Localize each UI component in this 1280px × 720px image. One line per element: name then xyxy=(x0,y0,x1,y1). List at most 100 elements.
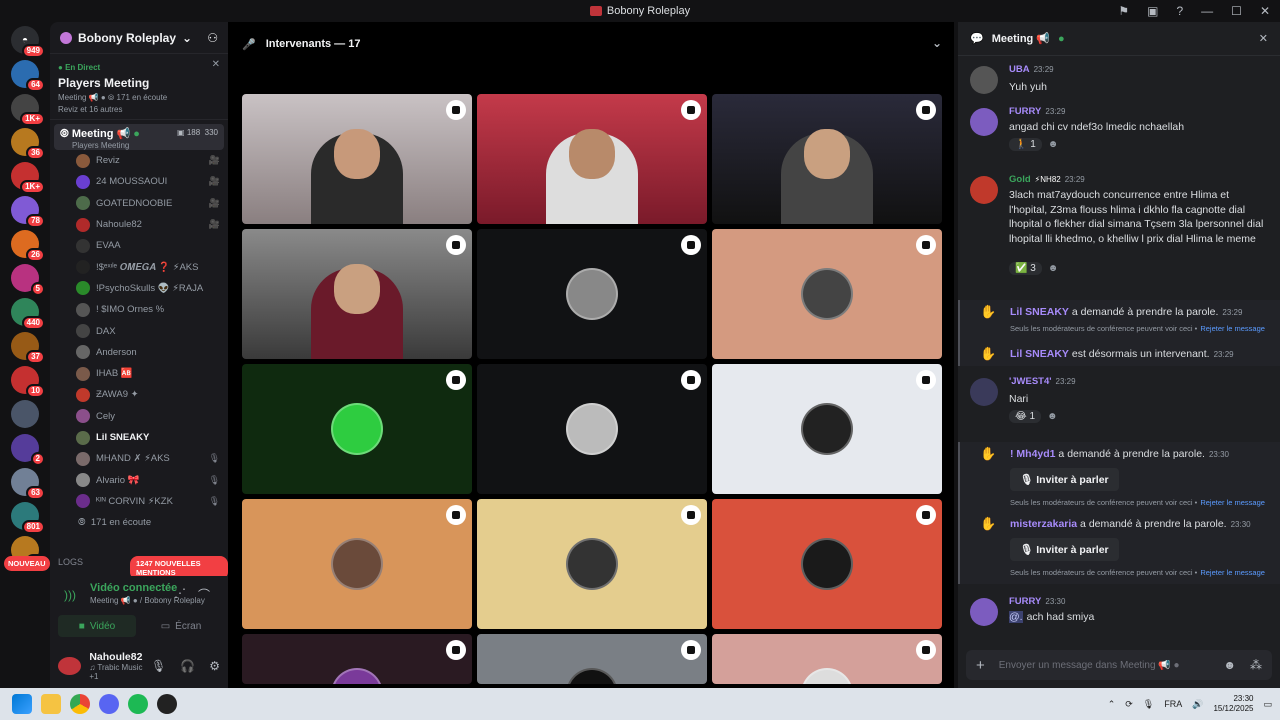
chrome-icon[interactable] xyxy=(70,694,90,714)
reaction[interactable]: 🚶 1 xyxy=(1009,138,1042,151)
member-item[interactable]: DAX xyxy=(50,320,228,341)
member-item[interactable]: ᴷᴵᴺ CORVIN ⚡KZK 🎙 xyxy=(50,491,228,512)
speaker-tile[interactable] xyxy=(712,94,942,224)
chevron-up-icon[interactable]: ⌃ xyxy=(1108,699,1116,710)
member-item[interactable]: ƵAWA9 ✦ xyxy=(50,384,228,405)
member-item[interactable]: Cely xyxy=(50,406,228,427)
speaker-tile[interactable] xyxy=(712,499,942,629)
server-icon[interactable]: 5 xyxy=(11,264,45,296)
server-icon[interactable]: 440 xyxy=(11,298,45,330)
speaker-tile[interactable] xyxy=(242,364,472,494)
member-item[interactable]: IHAB 🆎 xyxy=(50,363,228,384)
member-item[interactable]: !$ᵉˣᶦˡᵉ 𝑶𝑴𝑬𝑮𝑨 ❓ ⚡AKS xyxy=(50,256,228,277)
headphones-icon[interactable]: 🎧 xyxy=(180,659,195,673)
settings-gear-icon[interactable]: ⚙ xyxy=(209,659,220,673)
speaker-tile[interactable] xyxy=(242,634,472,684)
invite-to-speak-button[interactable]: 🎙 Inviter à parler xyxy=(1010,538,1119,561)
notification-icon[interactable]: ▭ xyxy=(1263,699,1272,710)
avatar[interactable] xyxy=(58,657,82,675)
member-item[interactable]: Anderson xyxy=(50,342,228,363)
channel-meeting[interactable]: ▣ 188 330 ⦾ Meeting 📢 ● Players Meeting xyxy=(54,124,224,150)
live-event[interactable]: ● En Direct ✕ Players Meeting Meeting 📢 ●… xyxy=(50,54,228,120)
server-icon[interactable]: 10 xyxy=(11,366,45,398)
speaker-tile[interactable] xyxy=(477,499,707,629)
emoji-icon[interactable]: ☻ xyxy=(1223,658,1236,672)
server-icon[interactable]: 36 xyxy=(11,128,45,160)
server-icon[interactable]: 63 xyxy=(11,468,45,500)
member-item[interactable]: GOATEDNOOBIE 🎥 xyxy=(50,193,228,214)
server-icon[interactable]: 801 xyxy=(11,502,45,534)
add-reaction-icon[interactable]: ☻ xyxy=(1048,139,1059,150)
speaker-tile[interactable] xyxy=(477,634,707,684)
inbox-icon[interactable]: ⚑ xyxy=(1118,4,1129,18)
noise-suppression-icon[interactable]: ⋰ xyxy=(174,586,186,600)
language-indicator[interactable]: FRA xyxy=(1164,699,1182,709)
message-input[interactable] xyxy=(998,659,1210,671)
speaker-tile[interactable] xyxy=(477,94,707,224)
member-item[interactable]: Reviz 🎥 xyxy=(50,150,228,171)
windows-start-icon[interactable] xyxy=(12,694,32,714)
maximize-button[interactable]: ☐ xyxy=(1231,4,1242,18)
speaker-tile[interactable] xyxy=(242,94,472,224)
member-item[interactable]: ΜΗΑΝD ✗ ⚡AKS 🎙 xyxy=(50,448,228,469)
home-button[interactable]: ◓ 949 xyxy=(11,26,45,58)
apps-icon[interactable]: ⁂ xyxy=(1250,658,1262,672)
speaker-tile[interactable] xyxy=(712,364,942,494)
avatar[interactable] xyxy=(970,66,998,94)
file-explorer-icon[interactable] xyxy=(41,694,61,714)
message-author[interactable]: 'JWEST4' xyxy=(1009,376,1052,387)
stage-header[interactable]: 🎤 Intervenants — 17 ⌄ xyxy=(228,22,954,66)
member-name[interactable]: misterzakaria xyxy=(1010,518,1077,530)
screen-share-icon[interactable]: ▣ xyxy=(1147,4,1158,18)
close-icon[interactable]: ✕ xyxy=(1259,32,1268,45)
message-author[interactable]: FURRY xyxy=(1009,596,1041,607)
member-item[interactable]: Alvario 🎀 🎙 xyxy=(50,469,228,490)
member-item[interactable]: EVAA xyxy=(50,235,228,256)
add-member-icon[interactable]: ⚇ xyxy=(207,31,218,45)
reaction[interactable]: 😂 1 xyxy=(1009,410,1042,423)
mention[interactable]: @. xyxy=(1009,611,1023,623)
discord-icon[interactable] xyxy=(99,694,119,714)
microphone-icon[interactable]: 🎙 xyxy=(1143,699,1154,710)
listening-count[interactable]: ⦾ 171 en écoute xyxy=(50,512,228,533)
add-attachment-icon[interactable]: + xyxy=(976,657,985,674)
avatar[interactable] xyxy=(970,378,998,406)
help-icon[interactable]: ? xyxy=(1176,4,1183,18)
spotify-icon[interactable] xyxy=(128,694,148,714)
avatar[interactable] xyxy=(970,108,998,136)
member-name[interactable]: Lil SNEAKY xyxy=(1010,348,1069,360)
member-item[interactable]: ! $IMO Ornes % xyxy=(50,299,228,320)
server-icon[interactable]: 37 xyxy=(11,332,45,364)
chevron-down-icon[interactable]: ⌄ xyxy=(932,36,942,50)
video-button[interactable]: ■ Vidéo xyxy=(58,615,136,637)
guild-header[interactable]: Bobony Roleplay ⌄ ⚇ xyxy=(50,22,228,54)
server-icon[interactable]: 1K+ xyxy=(11,162,45,194)
microphone-icon[interactable]: 🎙 xyxy=(151,659,166,673)
message-author[interactable]: UBA xyxy=(1009,64,1030,75)
member-item[interactable]: 24 MOUSSAOUI 🎥 xyxy=(50,171,228,192)
close-icon[interactable]: ✕ xyxy=(212,59,220,70)
dismiss-link[interactable]: Rejeter le message xyxy=(1200,498,1265,507)
member-name[interactable]: Lil SNEAKY xyxy=(1010,306,1069,318)
speaker-tile[interactable] xyxy=(242,499,472,629)
invite-to-speak-button[interactable]: 🎙 Inviter à parler xyxy=(1010,468,1119,491)
new-badge[interactable]: NOUVEAU xyxy=(4,556,50,571)
app-icon[interactable] xyxy=(157,694,177,714)
message-author[interactable]: Gold xyxy=(1009,174,1031,185)
clock[interactable]: 23:30 15/12/2025 xyxy=(1213,694,1253,714)
server-icon[interactable]: 2 xyxy=(11,434,45,466)
server-icon[interactable] xyxy=(11,400,39,428)
server-icon[interactable]: 78 xyxy=(11,196,45,228)
add-reaction-icon[interactable]: ☻ xyxy=(1048,263,1059,274)
sync-icon[interactable]: ⟳ xyxy=(1125,699,1133,710)
reaction[interactable]: ✅ 3 xyxy=(1009,262,1042,275)
server-icon[interactable]: 1K+ xyxy=(11,94,45,126)
speaker-tile[interactable] xyxy=(712,229,942,359)
dismiss-link[interactable]: Rejeter le message xyxy=(1200,568,1265,577)
speaker-tile[interactable] xyxy=(477,364,707,494)
dismiss-link[interactable]: Rejeter le message xyxy=(1200,324,1265,333)
close-button[interactable]: ✕ xyxy=(1260,4,1270,18)
speaker-tile[interactable] xyxy=(477,229,707,359)
member-item[interactable]: Lil SNEAKY xyxy=(50,427,228,448)
volume-icon[interactable]: 🔊 xyxy=(1192,699,1203,710)
